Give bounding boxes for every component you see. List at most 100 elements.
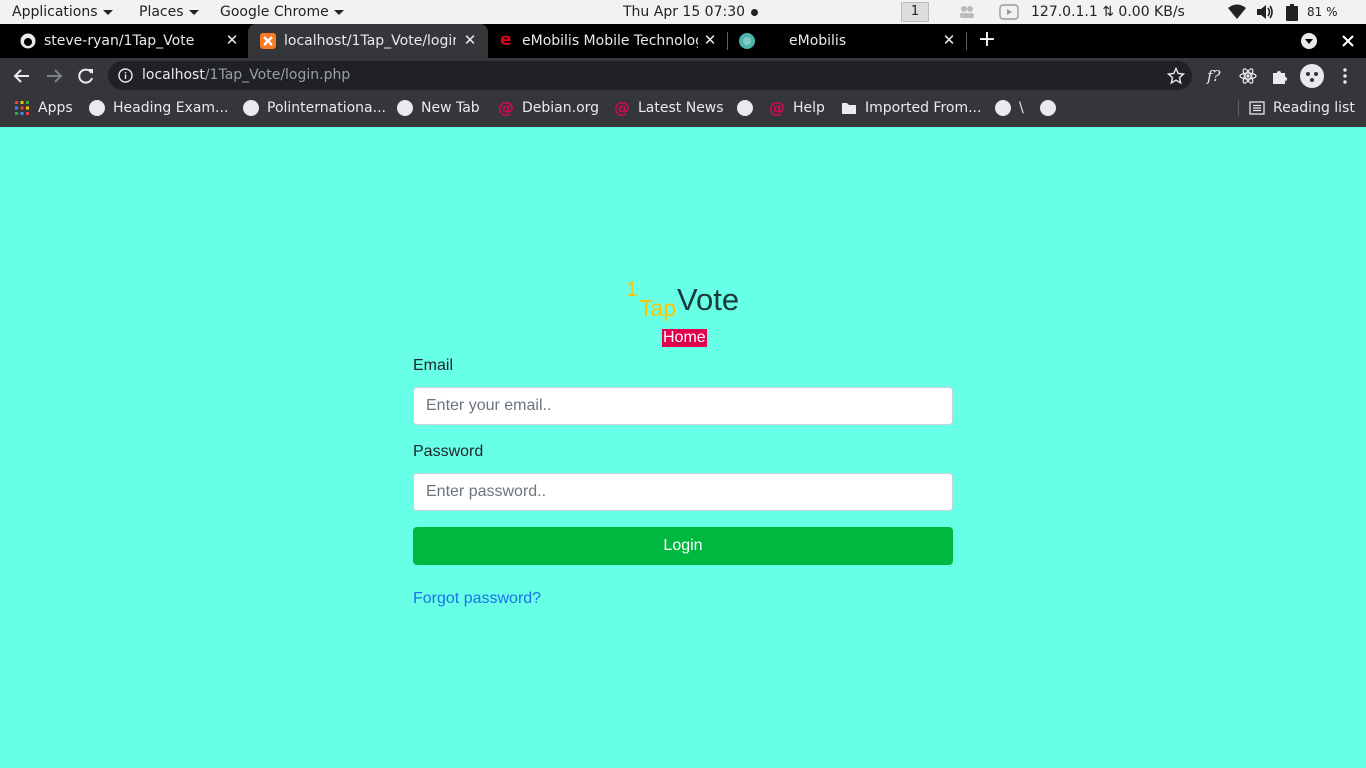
volume-icon[interactable] xyxy=(1256,4,1274,20)
bookmark-label: Help xyxy=(793,100,825,116)
forgot-password-link[interactable]: Forgot password? xyxy=(413,590,541,608)
notification-dot-icon xyxy=(751,8,759,16)
bookmark-latest-news[interactable]: @ Latest News xyxy=(614,94,724,122)
clock[interactable]: Thu Apr 15 07:30 xyxy=(623,0,759,24)
tab-title: localhost/1Tap_Vote/login.php xyxy=(284,33,456,49)
applications-menu-label: Applications xyxy=(12,4,98,20)
email-field[interactable] xyxy=(413,387,953,425)
close-tab-icon[interactable]: ✕ xyxy=(462,32,478,48)
tab-github[interactable]: steve-ryan/1Tap_Vote ✕ xyxy=(8,24,248,58)
network-speed-text: 127.0.1.1 ⇅ 0.00 KB/s xyxy=(1031,4,1185,20)
battery-icon[interactable] xyxy=(1286,4,1298,21)
folder-icon xyxy=(842,103,856,114)
bookmark-globe-2[interactable] xyxy=(1040,94,1056,122)
bookmark-new-tab[interactable]: New Tab xyxy=(397,94,480,122)
bookmarks-divider xyxy=(1238,100,1239,116)
bookmark-apps[interactable]: Apps xyxy=(14,94,73,122)
back-arrow-icon[interactable] xyxy=(12,66,32,86)
bookmark-label: Polinternationa... xyxy=(267,100,386,116)
chevron-down-icon xyxy=(102,9,113,15)
bookmark-label: Imported From... xyxy=(865,100,982,116)
new-tab-button[interactable]: + xyxy=(977,29,997,53)
globe-icon xyxy=(995,100,1011,116)
network-speed: 127.0.1.1 ⇅ 0.00 KB/s xyxy=(1031,0,1185,24)
people-icon[interactable] xyxy=(958,4,976,20)
reading-list-button[interactable]: Reading list xyxy=(1249,94,1355,122)
bookmark-backslash[interactable]: \ xyxy=(995,94,1024,122)
bookmark-polinternational[interactable]: Polinternationa... xyxy=(243,94,386,122)
globe-icon xyxy=(397,100,413,116)
profile-avatar[interactable] xyxy=(1300,64,1324,88)
chevron-down-icon xyxy=(188,9,199,15)
logo-vote: Vote xyxy=(677,282,740,317)
emobilis-globe-icon xyxy=(739,33,755,49)
media-play-icon[interactable] xyxy=(999,4,1019,20)
battery-percent: 81 % xyxy=(1307,0,1338,24)
places-menu[interactable]: Places xyxy=(139,0,199,24)
tab-localhost-login[interactable]: localhost/1Tap_Vote/login.php ✕ xyxy=(248,24,488,58)
url-text[interactable]: localhost/1Tap_Vote/login.php xyxy=(142,61,350,90)
extensions-puzzle-icon[interactable] xyxy=(1271,67,1289,85)
email-label: Email xyxy=(413,357,454,374)
login-button[interactable]: Login xyxy=(413,527,953,565)
debian-swirl-icon: @ xyxy=(769,98,785,117)
bookmark-heading-exam[interactable]: Heading Exam... xyxy=(89,94,228,122)
tab-strip: steve-ryan/1Tap_Vote ✕ localhost/1Tap_Vo… xyxy=(0,24,1366,58)
forward-arrow-icon[interactable] xyxy=(44,66,64,86)
url-path: /1Tap_Vote/login.php xyxy=(204,67,351,83)
close-tab-icon[interactable]: ✕ xyxy=(702,32,718,48)
password-field[interactable] xyxy=(413,473,953,511)
logo-tap: Tap xyxy=(639,295,677,321)
os-top-bar: Applications Places Google Chrome Thu Ap… xyxy=(0,0,1366,24)
home-link[interactable]: Home xyxy=(662,329,707,347)
bookmark-label: \ xyxy=(1019,100,1024,116)
chrome-app-menu[interactable]: Google Chrome xyxy=(220,0,344,24)
tab-emobilis-mobile[interactable]: e eMobilis Mobile Technology ✕ xyxy=(488,24,728,58)
site-info-icon[interactable] xyxy=(118,68,133,83)
wifi-icon[interactable] xyxy=(1228,4,1246,20)
bookmark-globe[interactable] xyxy=(737,94,753,122)
tab-title: steve-ryan/1Tap_Vote xyxy=(44,33,195,49)
url-host: localhost xyxy=(142,67,205,83)
battery-percent-text: 81 % xyxy=(1307,5,1338,19)
page-content xyxy=(0,127,1366,768)
workspace-number: 1 xyxy=(910,4,920,19)
close-window-icon[interactable] xyxy=(1339,32,1357,50)
apps-grid-icon xyxy=(15,101,29,115)
bookmark-debian[interactable]: @ Debian.org xyxy=(498,94,599,122)
github-icon xyxy=(20,33,36,49)
clock-text: Thu Apr 15 07:30 xyxy=(623,4,746,20)
bookmarks-bar: Apps Heading Exam... Polinternationa... … xyxy=(0,94,1366,127)
close-tab-icon[interactable]: ✕ xyxy=(224,32,240,48)
reload-icon[interactable] xyxy=(76,66,96,86)
password-label: Password xyxy=(413,443,484,460)
applications-menu[interactable]: Applications xyxy=(12,0,113,24)
tab-search-icon[interactable] xyxy=(1300,32,1318,50)
bookmark-label: Heading Exam... xyxy=(113,100,229,116)
workspace-indicator[interactable]: 1 xyxy=(901,2,929,22)
chrome-menu-icon[interactable] xyxy=(1336,67,1354,85)
bookmark-help[interactable]: @ Help xyxy=(769,94,825,122)
bookmark-label: Latest News xyxy=(638,100,724,116)
reading-list-icon xyxy=(1249,101,1265,115)
chevron-down-icon xyxy=(333,9,344,15)
debian-swirl-icon: @ xyxy=(498,98,514,117)
bookmark-folder-imported[interactable]: Imported From... xyxy=(841,94,981,122)
react-devtools-icon[interactable] xyxy=(1239,67,1257,85)
globe-icon xyxy=(737,100,753,116)
xampp-icon xyxy=(260,33,276,49)
globe-icon xyxy=(89,100,105,116)
tab-divider xyxy=(966,32,967,50)
close-tab-icon[interactable]: ✕ xyxy=(941,32,957,48)
tab-title: eMobilis xyxy=(789,33,847,49)
formula-extension-icon[interactable]: f? xyxy=(1207,67,1225,85)
reading-list-label: Reading list xyxy=(1273,100,1355,116)
places-menu-label: Places xyxy=(139,4,184,20)
logo-one: 1 xyxy=(626,278,638,301)
debian-swirl-icon: @ xyxy=(614,98,630,117)
emobilis-e-icon: e xyxy=(500,30,512,50)
bookmark-label: New Tab xyxy=(421,100,480,116)
tab-emobilis[interactable]: eMobilis ✕ xyxy=(727,24,967,58)
bookmark-star-icon[interactable] xyxy=(1167,67,1185,85)
globe-icon xyxy=(1040,100,1056,116)
